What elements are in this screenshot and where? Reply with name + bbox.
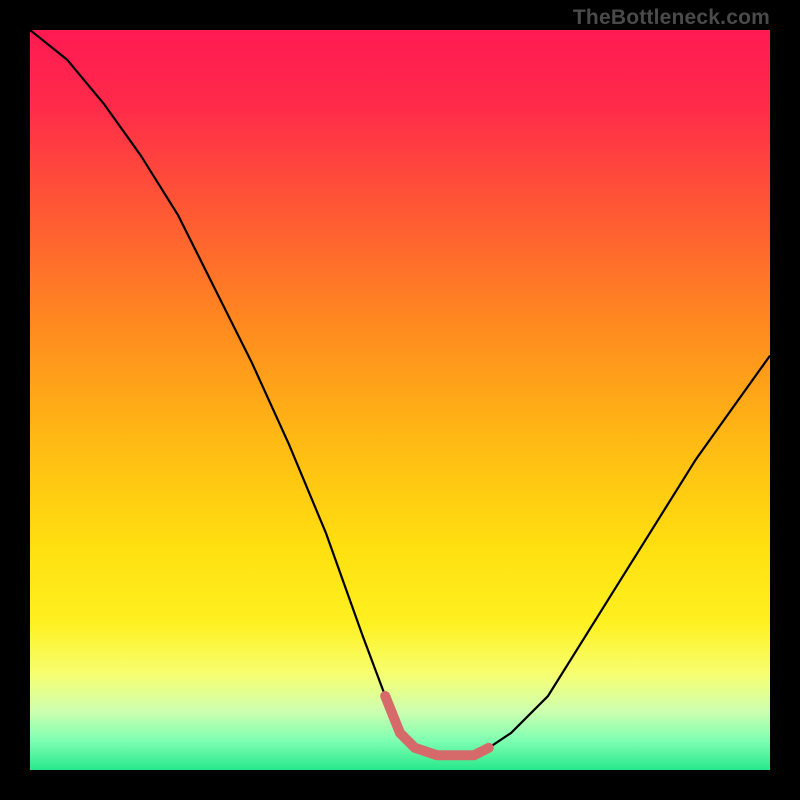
curve-line (30, 30, 770, 755)
plot-area (30, 30, 770, 770)
chart-frame: TheBottleneck.com (0, 0, 800, 800)
optimal-range-highlight (385, 696, 489, 755)
watermark-text: TheBottleneck.com (573, 6, 770, 30)
bottleneck-curve (30, 30, 770, 770)
